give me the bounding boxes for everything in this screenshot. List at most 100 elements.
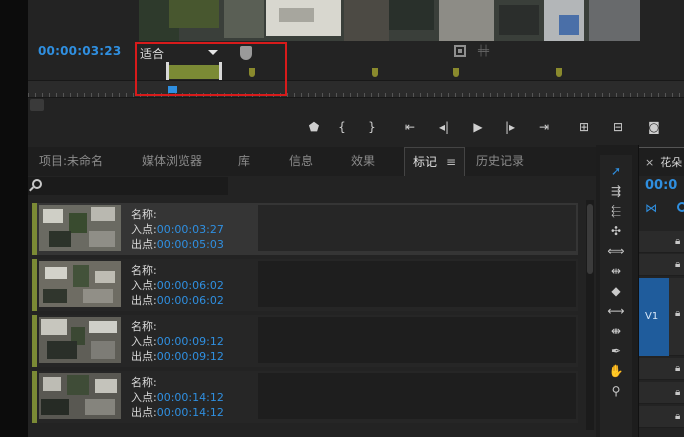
marker-color-swatch [32, 371, 37, 423]
track-target-v1[interactable]: V1 [639, 278, 669, 356]
marker-color-swatch [32, 315, 37, 367]
rate-stretch-icon[interactable]: ⇹ [606, 263, 626, 280]
film-icon[interactable] [454, 45, 466, 57]
selection-tool-icon[interactable]: ➚ [606, 163, 626, 180]
extract-icon[interactable]: ⊟ [608, 118, 628, 136]
marker-comment-field[interactable] [258, 205, 576, 251]
wrench-icon[interactable]: ╪╪ [478, 46, 489, 57]
marker-details: 名称: 入点:00:00:09:12 出点:00:00:09:12 [131, 319, 224, 364]
lock-icon[interactable]: 🔒︎ [675, 387, 680, 398]
play-icon[interactable]: ▶ [468, 118, 488, 136]
tab-media-browser[interactable]: 媒体浏览器 [142, 147, 202, 176]
add-marker-icon[interactable]: ⬟ [304, 118, 324, 136]
time-ruler[interactable] [28, 80, 684, 98]
video-frame [139, 0, 640, 41]
lock-icon[interactable]: 🔒︎ [675, 411, 680, 422]
lock-icon[interactable]: 🔒︎ [675, 308, 680, 319]
pen-icon[interactable]: ✒ [606, 343, 626, 360]
tab-markers[interactable]: 标记 ≡ [404, 147, 466, 176]
mark-in-icon[interactable]: { [332, 118, 352, 136]
lock-icon[interactable]: 🔒︎ [675, 236, 680, 247]
slip-icon[interactable]: ⟷ [606, 303, 626, 320]
go-to-out-icon[interactable]: ⇥ [534, 118, 554, 136]
marker-thumbnail [39, 261, 121, 307]
slide-icon[interactable]: ⇼ [606, 323, 626, 340]
marker-comment-field[interactable] [258, 261, 576, 307]
marker-search-field[interactable] [28, 177, 228, 195]
marker-out-timecode[interactable]: 00:00:06:02 [157, 294, 224, 307]
marker-out-timecode[interactable]: 00:00:05:03 [157, 238, 224, 251]
camera-icon[interactable]: ◙ [644, 118, 664, 136]
panel-menu-icon[interactable]: ≡ [446, 155, 456, 169]
marker-thumbnail [39, 205, 121, 251]
marker-in-label: 入点: [131, 279, 157, 292]
marker-in-timecode[interactable]: 00:00:09:12 [157, 335, 224, 348]
marker-out-timecode[interactable]: 00:00:14:12 [157, 406, 224, 419]
tab-effects[interactable]: 效果 [351, 147, 375, 176]
marker-track[interactable] [28, 60, 684, 82]
left-edge-strip [0, 0, 28, 437]
track-header[interactable]: 🔒︎ [639, 358, 684, 380]
marker-color-swatch [32, 259, 37, 311]
search-icon [32, 179, 42, 189]
close-icon[interactable]: × [645, 156, 654, 169]
program-timecode[interactable]: 00:00:03:23 [38, 44, 121, 58]
marker-list-scrollbar[interactable] [586, 200, 594, 430]
marker-list-item[interactable]: 名称: 入点:00:00:06:02 出点:00:00:06:02 [32, 259, 578, 311]
program-monitor: 00:00:03:23 适合 ╪╪ ⬟ { } ⇤ ◂| ▶ |▸ ⇥ ⊞ ⊟ … [28, 0, 684, 145]
lock-icon[interactable]: 🔒︎ [675, 363, 680, 374]
marker-out-label: 出点: [131, 238, 157, 251]
annotation-highlight-box [135, 42, 287, 96]
rolling-edit-icon[interactable]: ⟺ [606, 243, 626, 260]
marker-name-label: 名称: [131, 376, 157, 389]
hand-icon[interactable]: ✋ [606, 363, 626, 380]
track-header[interactable]: 🔒︎ [639, 254, 684, 276]
tools-panel: ➚ ⇶ ⬱ ✣ ⟺ ⇹ ◆ ⟷ ⇼ ✒ ✋ ⚲ [600, 155, 632, 437]
lift-icon[interactable]: ⊞ [574, 118, 594, 136]
marker-out-label: 出点: [131, 406, 157, 419]
track-header[interactable]: 🔒︎ [639, 406, 684, 428]
lock-icon[interactable]: 🔒︎ [675, 259, 680, 270]
track-select-backward-icon[interactable]: ⬱ [606, 203, 626, 220]
track-select-forward-icon[interactable]: ⇶ [606, 183, 626, 200]
markers-panel: 项目:未命名 媒体浏览器 库 信息 效果 标记 ≡ 历史记录 名称: 入点:00:… [28, 145, 596, 437]
panel-tabs: 项目:未命名 媒体浏览器 库 信息 效果 标记 ≡ 历史记录 [28, 147, 596, 176]
marker-details: 名称: 入点:00:00:14:12 出点:00:00:14:12 [131, 375, 224, 420]
marker-list-item[interactable]: 名称: 入点:00:00:09:12 出点:00:00:09:12 [32, 315, 578, 367]
marker-in-timecode[interactable]: 00:00:03:27 [157, 223, 224, 236]
marker-icon[interactable] [372, 68, 378, 77]
marker-list-item[interactable]: 名称: 入点:00:00:03:27 出点:00:00:05:03 [32, 203, 578, 255]
tab-history[interactable]: 历史记录 [476, 147, 524, 176]
tab-info[interactable]: 信息 [289, 147, 313, 176]
track-header[interactable]: 🔒︎ [639, 382, 684, 404]
marker-icon[interactable] [453, 68, 459, 77]
zoom-icon[interactable]: ⚲ [606, 383, 626, 400]
timeline-tab[interactable]: × 花朵 [639, 147, 684, 176]
ripple-edit-icon[interactable]: ✣ [606, 223, 626, 240]
marker-color-swatch [32, 203, 37, 255]
mark-out-icon[interactable]: } [362, 118, 382, 136]
linked-selection-icon[interactable] [677, 202, 684, 212]
zoom-scroll-handle[interactable] [30, 99, 44, 111]
timeline-timecode[interactable]: 00:0 [645, 178, 677, 193]
go-to-in-icon[interactable]: ⇤ [400, 118, 420, 136]
step-forward-icon[interactable]: |▸ [500, 118, 520, 136]
razor-icon[interactable]: ◆ [606, 283, 626, 300]
step-back-icon[interactable]: ◂| [434, 118, 454, 136]
tab-project[interactable]: 项目:未命名 [39, 147, 103, 176]
marker-in-timecode[interactable]: 00:00:06:02 [157, 279, 224, 292]
marker-in-timecode[interactable]: 00:00:14:12 [157, 391, 224, 404]
marker-list-item[interactable]: 名称: 入点:00:00:14:12 出点:00:00:14:12 [32, 371, 578, 423]
marker-comment-field[interactable] [258, 317, 576, 363]
snap-icon[interactable]: ⋈ [645, 201, 657, 215]
marker-in-label: 入点: [131, 335, 157, 348]
marker-comment-field[interactable] [258, 373, 576, 419]
tab-libraries[interactable]: 库 [238, 147, 250, 176]
track-header[interactable]: 🔒︎ [639, 231, 684, 253]
tab-markers-label: 标记 [413, 155, 438, 169]
marker-name-label: 名称: [131, 264, 157, 277]
marker-out-timecode[interactable]: 00:00:09:12 [157, 350, 224, 363]
timeline-panel: × 花朵 00:0 ⋈ 🔒︎ 🔒︎ 🔒︎ V1 🔒︎ 🔒︎ 🔒︎ [638, 145, 684, 437]
marker-icon[interactable] [556, 68, 562, 77]
marker-details: 名称: 入点:00:00:06:02 出点:00:00:06:02 [131, 263, 224, 308]
